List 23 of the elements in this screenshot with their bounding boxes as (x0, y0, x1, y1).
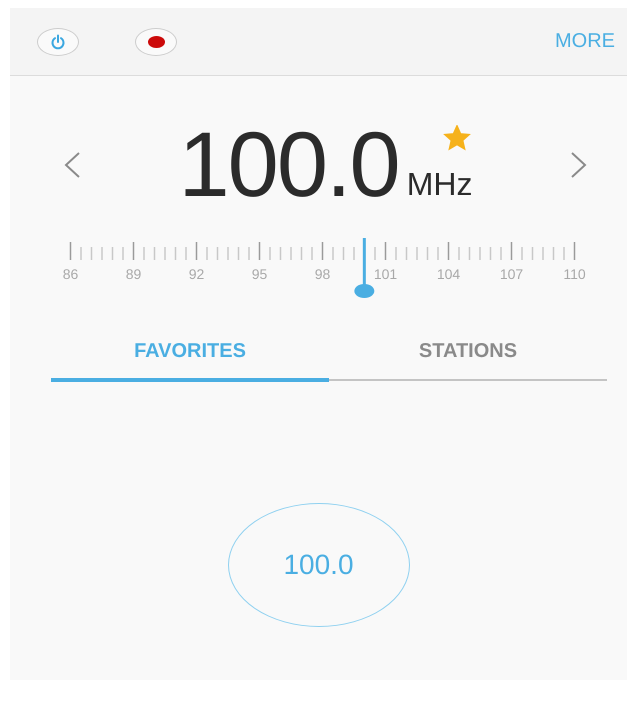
record-icon (148, 36, 164, 48)
tick-label: 92 (188, 266, 204, 282)
tick-label: 86 (62, 266, 78, 282)
tick-label: 98 (314, 266, 330, 282)
tick-label: 101 (373, 266, 397, 282)
previous-arrow-icon[interactable] (62, 150, 82, 180)
tick-label: 104 (436, 266, 460, 282)
next-arrow-icon[interactable] (569, 150, 589, 180)
tab[interactable]: FAVORITES (51, 326, 329, 382)
more-button[interactable]: MORE (553, 26, 617, 57)
tick-label: 89 (125, 266, 141, 282)
tab[interactable]: STATIONS (329, 326, 607, 382)
favorite-station-button[interactable]: 100.0 (228, 503, 410, 627)
tick-label: 110 (562, 266, 586, 282)
tuning-needle[interactable] (354, 238, 374, 298)
record-button[interactable] (135, 28, 177, 56)
frequency-unit: MHz (406, 166, 472, 203)
power-icon (50, 34, 66, 50)
power-button[interactable] (37, 28, 79, 56)
frequency-value: 100.0 (178, 119, 399, 211)
favorite-star-icon[interactable] (442, 125, 470, 151)
tick-label: 95 (251, 266, 267, 282)
tick-label: 107 (499, 266, 523, 282)
